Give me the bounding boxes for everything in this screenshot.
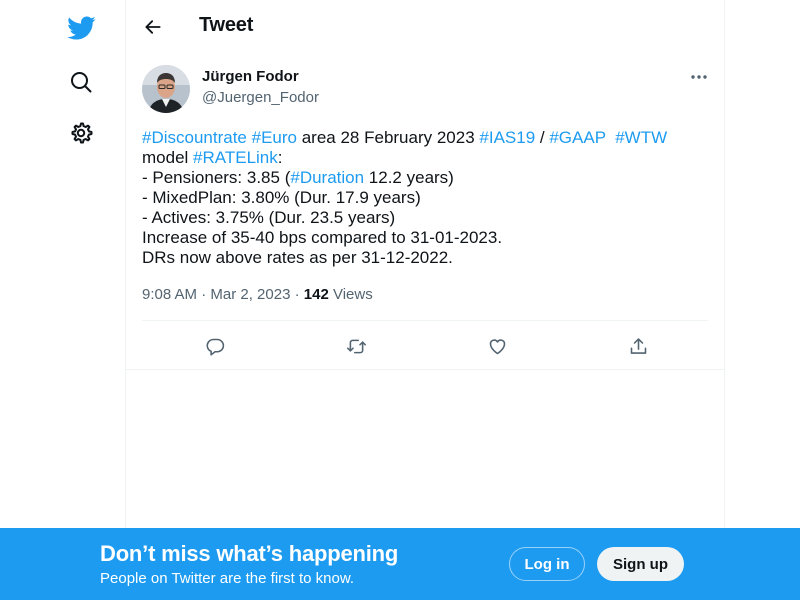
page-title: Tweet xyxy=(199,14,254,36)
tweet-text-segment: : xyxy=(277,148,283,167)
signup-button[interactable]: Sign up xyxy=(597,547,684,581)
like-icon[interactable] xyxy=(478,329,516,363)
back-arrow-icon[interactable] xyxy=(136,10,170,44)
hashtag-link[interactable]: #Euro xyxy=(252,128,297,147)
meta-separator: · xyxy=(290,286,304,303)
hashtag-link[interactable]: #WTW xyxy=(615,128,667,147)
tweet-meta: 9:08 AM · Mar 2, 2023 · 142 Views xyxy=(142,286,373,303)
hashtag-link[interactable]: #IAS19 xyxy=(479,128,535,147)
tweet-text-line: model #RATELink: xyxy=(142,148,702,168)
reply-icon[interactable] xyxy=(196,329,234,363)
author-name[interactable]: Jürgen Fodor xyxy=(202,68,299,85)
views-label: Views xyxy=(328,286,373,303)
tweet-text-line: #Discountrate #Euro area 28 February 202… xyxy=(142,128,702,148)
share-icon[interactable] xyxy=(619,329,657,363)
tweet-text-line: - Actives: 3.75% (Dur. 23.5 years) xyxy=(142,208,702,228)
settings-gear-icon[interactable] xyxy=(58,110,104,156)
tweet-card: Jürgen Fodor @Juergen_Fodor #Discountrat… xyxy=(126,53,724,370)
page-header: Tweet xyxy=(126,0,724,53)
tweet-text-segment: - Pensioners: 3.85 ( xyxy=(142,168,291,187)
tweet-text-line: Increase of 35-40 bps compared to 31-01-… xyxy=(142,228,702,248)
tweet-text-segment: Increase of 35-40 bps compared to 31-01-… xyxy=(142,228,503,247)
prompt-title: Don’t miss what’s happening xyxy=(100,541,399,566)
hashtag-link[interactable]: #Discountrate xyxy=(142,128,247,147)
author-handle[interactable]: @Juergen_Fodor xyxy=(202,89,319,106)
hashtag-link[interactable]: #Duration xyxy=(290,168,364,187)
tweet-text-segment: model xyxy=(142,148,194,167)
tweet-text-line: - MixedPlan: 3.80% (Dur. 17.9 years) xyxy=(142,188,702,208)
login-button[interactable]: Log in xyxy=(509,547,585,581)
tweet-text-line: DRs now above rates as per 31-12-2022. xyxy=(142,248,702,268)
retweet-icon[interactable] xyxy=(337,329,375,363)
tweet-text-segment: - MixedPlan: 3.80% (Dur. 17.9 years) xyxy=(142,188,421,207)
avatar[interactable] xyxy=(142,65,190,113)
search-icon[interactable] xyxy=(58,59,104,105)
divider xyxy=(142,320,708,321)
left-navigation xyxy=(0,0,125,600)
hashtag-link[interactable]: #GAAP xyxy=(549,128,605,147)
tweet-text-segment: 12.2 years) xyxy=(364,168,454,187)
twitter-bird-icon[interactable] xyxy=(58,5,104,51)
tweet-timestamp[interactable]: 9:08 AM · Mar 2, 2023 xyxy=(142,286,290,303)
tweet-text-segment: - Actives: 3.75% (Dur. 23.5 years) xyxy=(142,208,396,227)
signup-prompt-bar: Don’t miss what’s happening People on Tw… xyxy=(0,528,800,600)
tweet-text-line: - Pensioners: 3.85 (#Duration 12.2 years… xyxy=(142,168,702,188)
more-options-icon[interactable] xyxy=(682,63,716,91)
tweet-text-segment: area 28 February 2023 xyxy=(297,128,480,147)
tweet-text-segment xyxy=(606,128,615,147)
tweet-text: #Discountrate #Euro area 28 February 202… xyxy=(142,128,702,268)
prompt-subtitle: People on Twitter are the first to know. xyxy=(100,570,355,587)
tweet-text-segment: DRs now above rates as per 31-12-2022. xyxy=(142,248,453,267)
tweet-text-segment: / xyxy=(535,128,550,147)
views-count: 142 xyxy=(303,286,329,303)
hashtag-link[interactable]: #RATELink xyxy=(193,148,278,167)
main-column: Tweet Jürgen Fodor @Juergen_Fodor #Disco… xyxy=(125,0,725,600)
